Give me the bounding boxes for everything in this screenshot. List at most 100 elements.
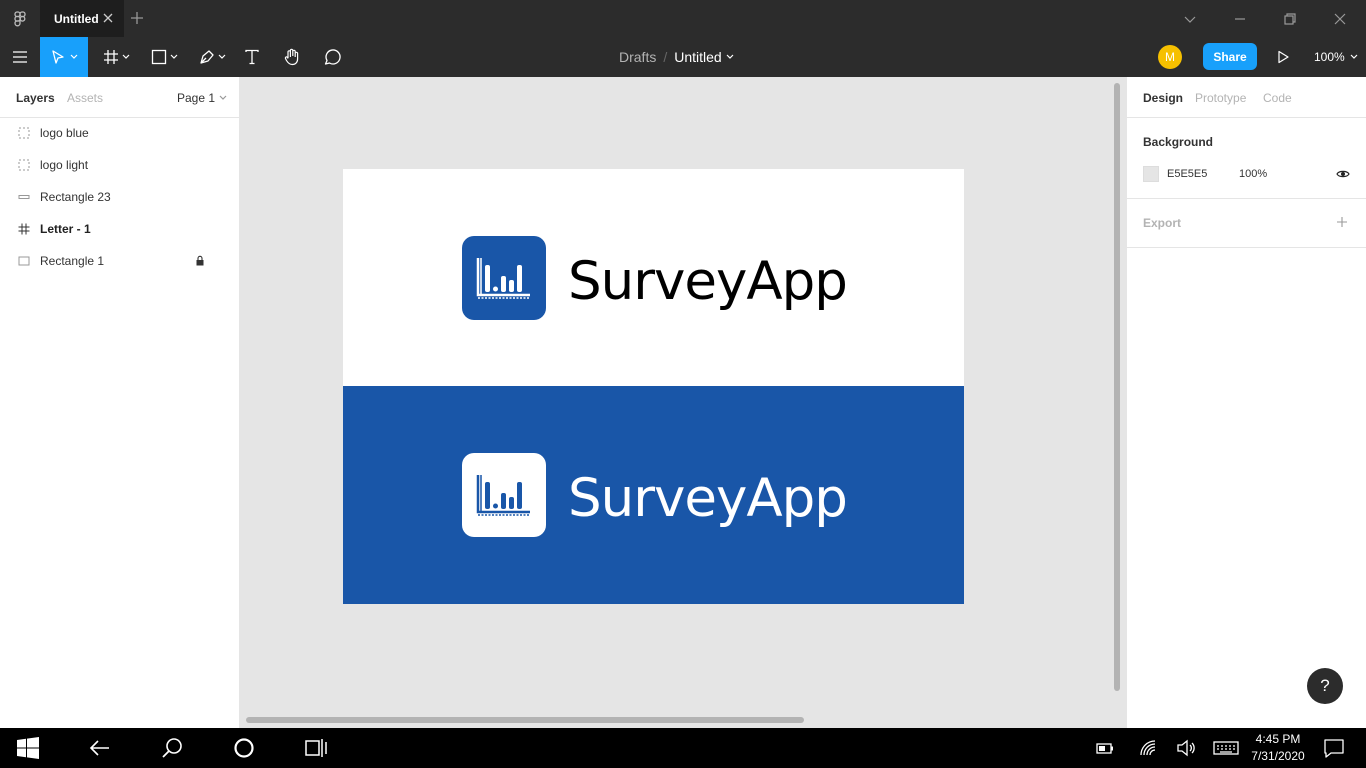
- eye-icon[interactable]: [1336, 168, 1350, 180]
- chevron-down-icon: [1350, 54, 1358, 59]
- layer-row[interactable]: Rectangle 1: [0, 245, 239, 277]
- page-selector-label: Page 1: [177, 91, 216, 105]
- plus-icon[interactable]: [1336, 216, 1348, 228]
- toolbar: Drafts / Untitled M Share 100%: [0, 37, 1366, 77]
- restore-icon[interactable]: [1281, 10, 1299, 28]
- right-panel-tabs: Design Prototype Code: [1127, 77, 1366, 118]
- move-tool-button[interactable]: [40, 37, 88, 77]
- hand-icon: [284, 48, 299, 66]
- close-icon[interactable]: [102, 12, 114, 24]
- chevron-down-icon[interactable]: [1181, 10, 1199, 28]
- keyboard-icon[interactable]: [1213, 738, 1239, 758]
- logo-text-dark: SurveyApp: [568, 251, 848, 312]
- logo-text-light: SurveyApp: [568, 468, 848, 529]
- comment-tool-button[interactable]: [318, 37, 346, 77]
- text-tool-button[interactable]: [240, 37, 264, 77]
- file-name[interactable]: Untitled: [674, 49, 721, 65]
- chevron-down-icon: [70, 54, 78, 59]
- taskbar: 4:45 PM 7/31/2020: [0, 728, 1366, 768]
- layer-row[interactable]: logo light: [0, 149, 239, 181]
- vertical-scrollbar[interactable]: [1114, 83, 1120, 691]
- layer-name: logo light: [40, 158, 89, 172]
- zoom-value: 100%: [1314, 50, 1345, 64]
- cursor-icon: [52, 50, 64, 64]
- background-color-swatch[interactable]: [1143, 166, 1159, 182]
- background-hex-input[interactable]: E5E5E5: [1167, 168, 1207, 180]
- hand-tool-button[interactable]: [278, 37, 306, 77]
- frame-icon: [18, 223, 30, 235]
- figma-logo-icon[interactable]: [12, 11, 28, 27]
- volume-icon[interactable]: [1176, 738, 1196, 758]
- export-section-title: Export: [1143, 216, 1182, 230]
- chevron-down-icon: [218, 54, 225, 59]
- play-icon[interactable]: [1276, 50, 1290, 64]
- task-view-icon[interactable]: [304, 736, 328, 760]
- windows-start-icon[interactable]: [16, 736, 40, 760]
- frame-icon: [103, 50, 118, 64]
- lock-icon[interactable]: [195, 255, 205, 266]
- plus-icon[interactable]: [130, 11, 144, 25]
- close-window-icon[interactable]: [1331, 10, 1349, 28]
- bar-chart-icon: [476, 258, 530, 299]
- main-menu-button[interactable]: [0, 37, 40, 77]
- tab-assets[interactable]: Assets: [67, 91, 103, 105]
- horizontal-scrollbar[interactable]: [246, 717, 804, 723]
- system-clock[interactable]: 4:45 PM 7/31/2020: [1248, 731, 1308, 765]
- battery-icon[interactable]: [1095, 738, 1115, 758]
- cortana-icon[interactable]: [232, 736, 256, 760]
- design-panel: Design Prototype Code Background E5E5E5 …: [1126, 77, 1366, 728]
- layers-panel: Layers Assets Page 1 logo blue logo ligh…: [0, 77, 240, 728]
- share-button[interactable]: Share: [1203, 43, 1257, 70]
- layer-name: Letter - 1: [40, 222, 91, 236]
- notification-icon[interactable]: [1323, 737, 1345, 759]
- tab-prototype[interactable]: Prototype: [1195, 91, 1246, 105]
- layer-row[interactable]: Rectangle 23: [0, 181, 239, 213]
- search-icon[interactable]: [160, 736, 184, 760]
- pen-icon: [199, 50, 214, 64]
- rectangle-icon: [151, 49, 166, 65]
- minimize-icon[interactable]: [1231, 10, 1249, 28]
- logo-frame-light[interactable]: SurveyApp: [343, 169, 964, 386]
- tab-design[interactable]: Design: [1143, 91, 1183, 105]
- hamburger-icon: [13, 51, 27, 63]
- chevron-down-icon: [170, 54, 177, 59]
- zoom-dropdown[interactable]: 100%: [1314, 37, 1358, 77]
- background-section-title: Background: [1143, 135, 1214, 149]
- layer-row[interactable]: Letter - 1: [0, 213, 239, 245]
- chevron-down-icon[interactable]: [726, 53, 734, 61]
- logo-icon-light: [462, 453, 546, 537]
- component-dashed-icon: [18, 159, 30, 171]
- layer-name: Rectangle 23: [40, 190, 111, 204]
- network-icon[interactable]: [1138, 738, 1158, 758]
- title-bar: Untitled: [0, 0, 1366, 37]
- clock-time: 4:45 PM: [1255, 732, 1301, 746]
- avatar[interactable]: M: [1158, 45, 1182, 69]
- document-tab[interactable]: Untitled: [40, 0, 124, 37]
- background-opacity-input[interactable]: 100%: [1239, 168, 1267, 180]
- layer-name: Rectangle 1: [40, 254, 105, 268]
- logo-frame-blue[interactable]: SurveyApp: [343, 386, 964, 604]
- help-button[interactable]: ?: [1307, 668, 1343, 704]
- back-arrow-icon[interactable]: [88, 736, 112, 760]
- layer-row[interactable]: logo blue: [0, 117, 239, 149]
- component-dashed-icon: [18, 127, 30, 139]
- left-panel-tabs: Layers Assets Page 1: [0, 77, 239, 118]
- divider: [1127, 247, 1366, 248]
- divider: [1127, 198, 1366, 199]
- canvas[interactable]: SurveyApp SurveyApp: [240, 77, 1126, 728]
- breadcrumb-drafts[interactable]: Drafts: [619, 49, 656, 65]
- rectangle-icon: [18, 195, 30, 199]
- breadcrumb-separator: /: [663, 49, 668, 65]
- tab-title: Untitled: [54, 11, 99, 26]
- page-selector[interactable]: Page 1: [177, 91, 227, 105]
- tab-layers[interactable]: Layers: [16, 91, 55, 105]
- tab-code[interactable]: Code: [1263, 91, 1292, 105]
- text-icon: [245, 49, 259, 65]
- frame-tool-button[interactable]: [96, 37, 136, 77]
- layer-name: logo blue: [40, 126, 89, 140]
- rectangle-icon: [18, 256, 30, 266]
- logo-icon-blue: [462, 236, 546, 320]
- pen-tool-button[interactable]: [192, 37, 232, 77]
- shape-tool-button[interactable]: [144, 37, 184, 77]
- chevron-down-icon: [219, 95, 227, 100]
